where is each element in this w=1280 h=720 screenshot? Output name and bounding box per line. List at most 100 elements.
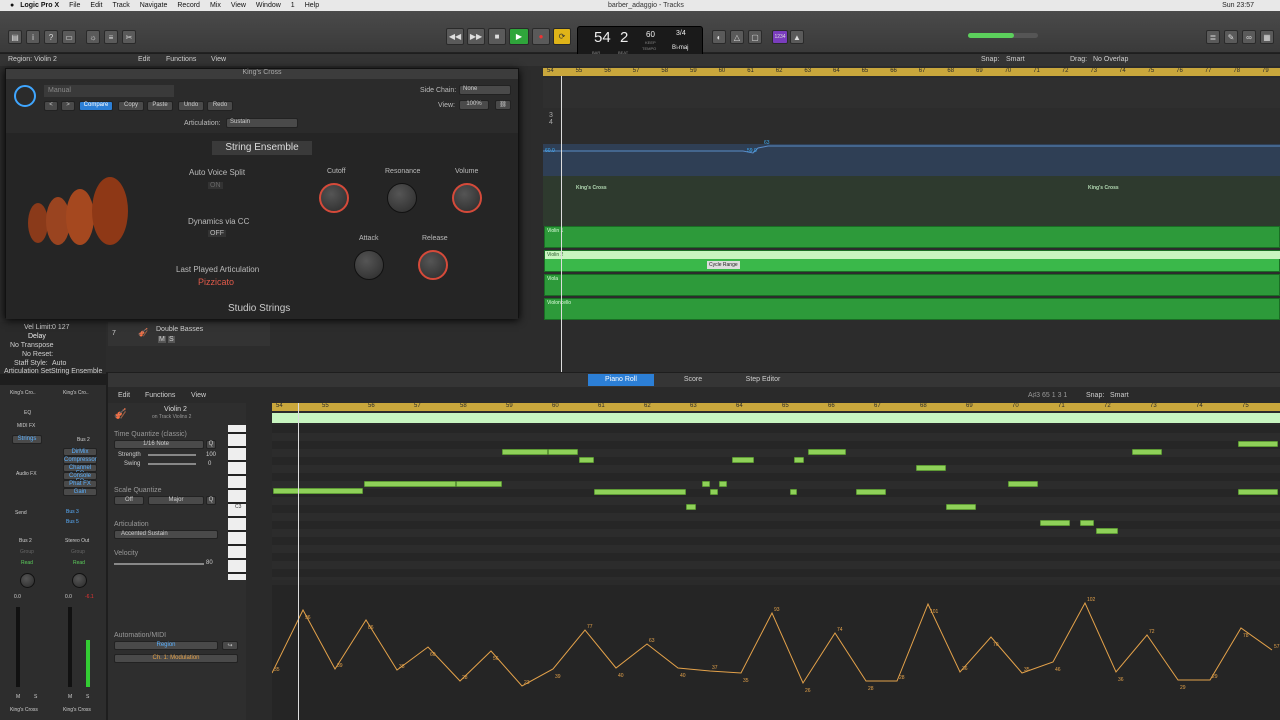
menu-edit[interactable]: Edit [90,2,102,9]
help-icon[interactable]: ? [44,30,58,44]
smart-controls-icon[interactable]: ☼ [86,30,100,44]
note[interactable] [794,457,804,463]
articulation-select[interactable]: Sustain [226,118,298,128]
browser-icon[interactable]: ▦ [1260,30,1274,44]
editor-playhead[interactable] [298,403,299,720]
automation-cc-select[interactable]: Ch. 1: Modulation [114,654,238,663]
note[interactable] [808,449,846,455]
velocity-slider[interactable] [114,563,204,565]
volume-knob[interactable] [452,183,482,213]
note[interactable] [1096,528,1118,534]
snap-select[interactable]: Smart [1006,56,1025,63]
loop-browser-icon[interactable]: ∞ [1242,30,1256,44]
pan-knob-2[interactable] [72,573,87,588]
master-volume-slider[interactable] [968,33,1038,38]
metronome-icon[interactable]: △ [730,30,744,44]
region-violin-2[interactable]: Violin 2 Cycle Range [544,250,1280,272]
menu-record[interactable]: Record [177,2,200,9]
mixer-icon[interactable]: ≡ [104,30,118,44]
menu-help[interactable]: Help [305,2,319,9]
compare-button[interactable]: Compare [79,101,113,111]
plugin-slot-gain[interactable]: Gain [63,488,97,496]
menu-view[interactable]: View [231,2,246,9]
strip1-setting[interactable]: King's Cro.. [10,390,36,396]
cutoff-knob[interactable] [319,183,349,213]
note[interactable] [1238,441,1278,447]
menu-1[interactable]: 1 [291,2,295,9]
redo-button[interactable]: Redo [207,101,233,111]
note[interactable] [1008,481,1038,487]
forward-button[interactable]: ▶▶ [467,28,485,45]
strings-instrument-slot[interactable]: Strings [12,435,42,444]
menu-track[interactable]: Track [112,2,129,9]
region-viola[interactable]: Viola [544,274,1280,296]
bus3-send[interactable]: Bus 3 [66,509,79,515]
output-stereo-out[interactable]: Stereo Out [65,538,89,544]
region-violoncello[interactable]: Violoncello [544,298,1280,320]
plugin-window[interactable]: King's Cross Manual < > Compare Copy Pas… [5,68,519,319]
note[interactable] [1080,520,1094,526]
no-reset[interactable]: No Reset: [22,351,53,358]
notepad-icon[interactable]: ✎ [1224,30,1238,44]
menu-mix[interactable]: Mix [210,2,221,9]
region-violin-1[interactable]: Violin 1 [544,226,1280,248]
alert-icon[interactable]: ▲ [790,30,804,44]
strip2-solo[interactable]: S [86,694,89,700]
track-solo-button[interactable]: S [168,336,175,343]
cycle-button[interactable]: ⟳ [553,28,571,45]
region-kings-cross-1[interactable]: King's Cross [576,185,607,191]
play-button[interactable]: ▶ [509,28,529,45]
scale-q-button[interactable]: Q [206,496,216,505]
swing-slider[interactable] [148,463,196,465]
menu-app[interactable]: Logic Pro X [20,2,59,9]
note[interactable] [702,481,710,487]
editor-view-menu[interactable]: View [191,392,206,399]
tracks-functions-menu[interactable]: Functions [166,56,196,63]
prev-preset-button[interactable]: < [44,101,58,111]
release-knob[interactable] [418,250,448,280]
editor-functions-menu[interactable]: Functions [145,392,175,399]
resonance-knob[interactable] [387,183,417,213]
preset-select[interactable]: Manual [44,85,174,97]
midi-fx-slot[interactable]: MIDI FX [17,423,35,429]
note[interactable] [1040,520,1070,526]
menu-window[interactable]: Window [256,2,281,9]
track-header-double-basses[interactable]: 7 🎻 Double Basses M S [108,322,270,346]
note[interactable] [456,481,502,487]
plugin-slot-compressor[interactable]: Compressor [63,456,97,464]
strip1-mute[interactable]: M [16,694,20,700]
note[interactable] [732,457,754,463]
automation-region-button[interactable]: Region [114,641,218,650]
output-bus2[interactable]: Bus 2 [19,538,32,544]
pan-knob-1[interactable] [20,573,35,588]
bus2-input[interactable]: Bus 2 [77,437,90,443]
inspector-icon[interactable]: i [26,30,40,44]
note[interactable] [946,504,976,510]
count-in-icon[interactable]: ◐ [712,30,726,44]
tracks-edit-menu[interactable]: Edit [138,56,150,63]
playhead[interactable] [561,76,562,372]
artic-set-value[interactable]: String Ensemble [51,368,102,375]
editor-snap-select[interactable]: Smart [1110,392,1129,399]
note[interactable] [916,465,946,471]
attack-knob[interactable] [354,250,384,280]
automation-mode-1[interactable]: Read [21,560,33,566]
bus5-send[interactable]: Bus 5 [66,519,79,525]
plugin-titlebar[interactable]: King's Cross [6,69,518,79]
note-grid[interactable] [272,425,1280,580]
note[interactable] [364,481,456,487]
quantize-q-button[interactable]: Q [206,440,216,449]
note[interactable] [502,449,548,455]
editors-icon[interactable]: ✂ [122,30,136,44]
articulation-select-ed[interactable]: Accented Sustain [114,530,218,539]
fader-1[interactable] [16,607,20,687]
region-kings-cross-2[interactable]: King's Cross [1088,185,1119,191]
view-zoom-select[interactable]: 100% [459,100,489,110]
strip1-solo[interactable]: S [34,694,37,700]
note[interactable] [686,504,696,510]
next-preset-button[interactable]: > [61,101,75,111]
eq-slot[interactable]: EQ [24,410,31,416]
menu-file[interactable]: File [69,2,80,9]
piano-keyboard[interactable]: C3 [228,425,246,580]
menu-navigate[interactable]: Navigate [140,2,168,9]
